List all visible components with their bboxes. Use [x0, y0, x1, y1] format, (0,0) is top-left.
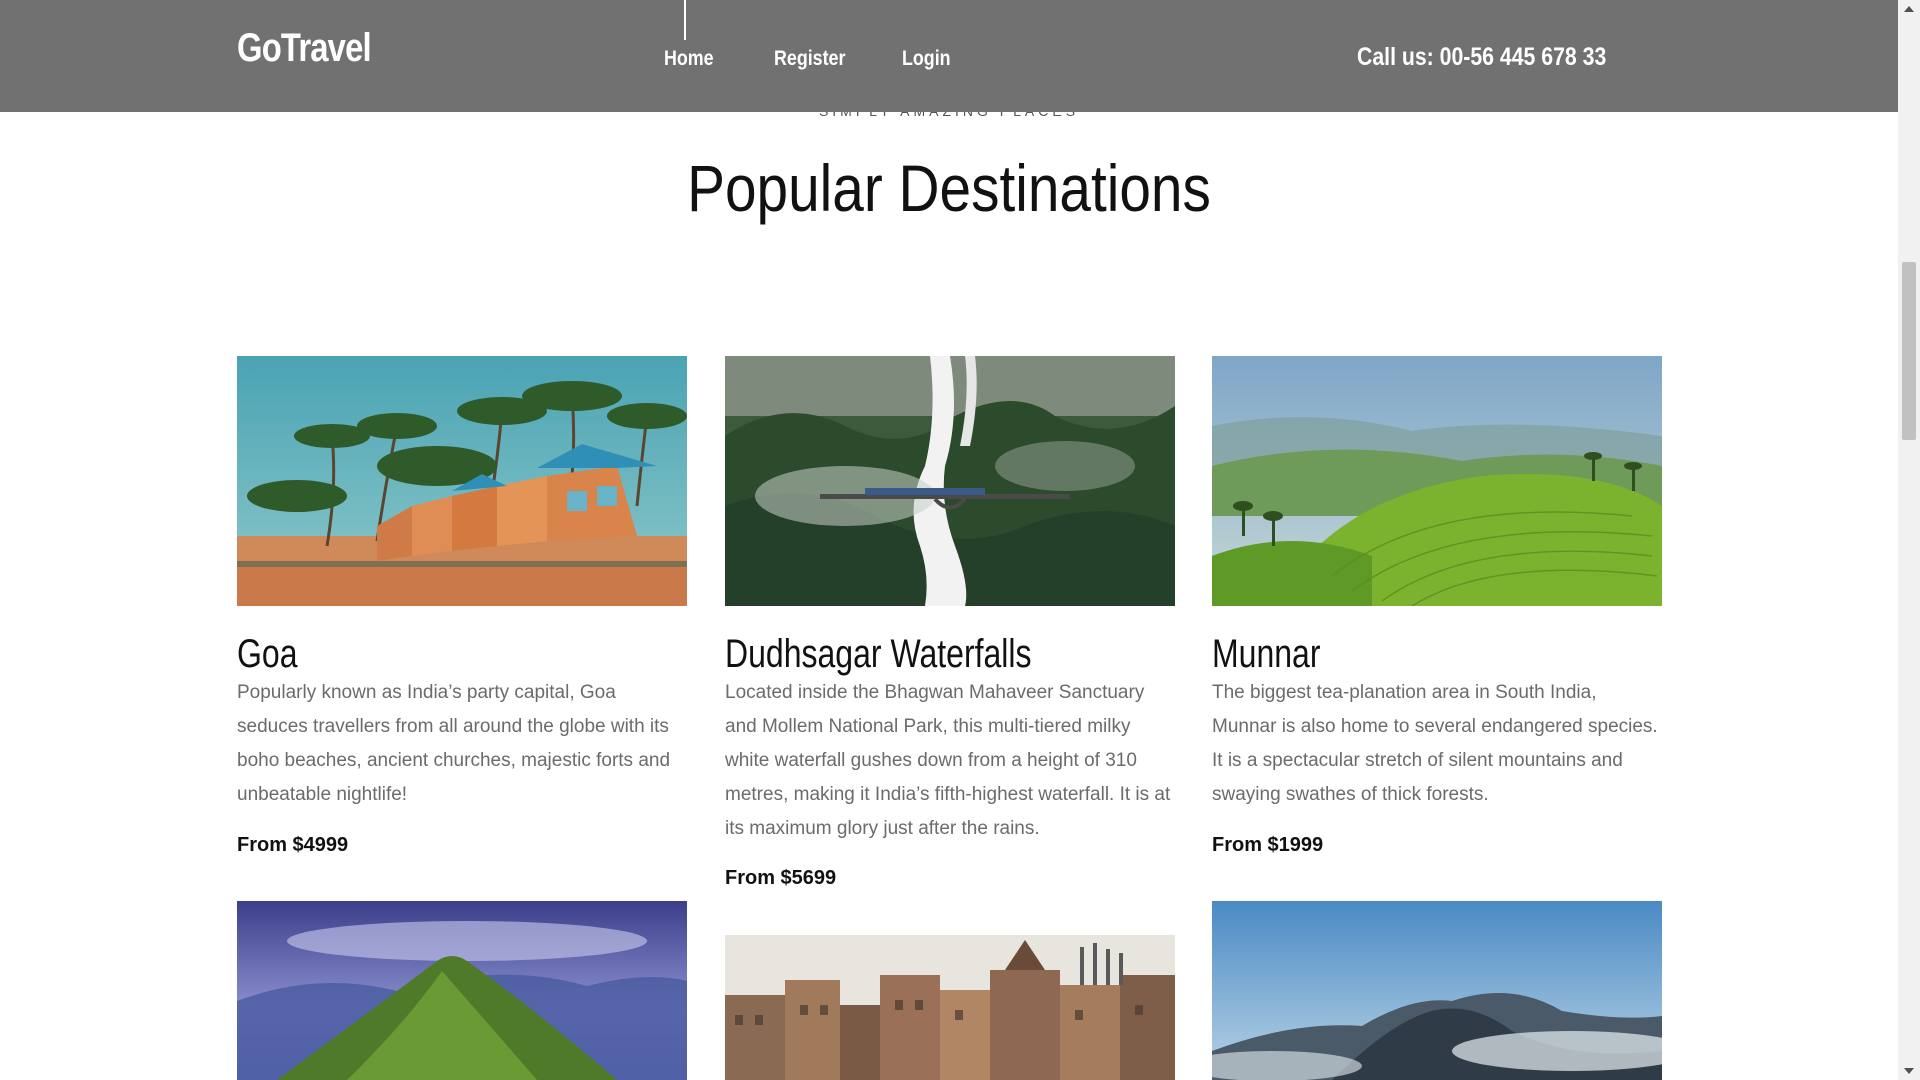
phone-contact: Call us: 00-56 445 678 33	[1357, 43, 1607, 71]
goa-title[interactable]: Goa	[237, 632, 297, 677]
nav-register-link[interactable]: Register	[774, 47, 845, 71]
scroll-up-arrow-icon[interactable]	[1904, 6, 1914, 12]
hill-peak-image[interactable]	[237, 901, 687, 1080]
dudhsagar-image[interactable]	[725, 356, 1175, 606]
riverside-temples-image[interactable]	[725, 935, 1175, 1080]
misty-mountains-image[interactable]	[1212, 901, 1662, 1080]
page-scrollbar[interactable]	[1898, 0, 1920, 1080]
dudhsagar-price: From $5699	[725, 867, 837, 889]
section-title: Popular Destinations	[687, 151, 1211, 225]
nav-home-link[interactable]: Home	[664, 47, 714, 71]
goa-description: Popularly known as India’s party capital…	[237, 682, 671, 805]
nav-login-link[interactable]: Login	[902, 47, 951, 71]
munnar-price: From $1999	[1212, 834, 1324, 856]
goa-price: From $4999	[237, 834, 349, 856]
scrollbar-thumb[interactable]	[1902, 262, 1916, 440]
scroll-down-arrow-icon[interactable]	[1904, 1068, 1914, 1074]
munnar-image[interactable]	[1212, 356, 1662, 606]
munnar-description: The biggest tea-planation area in South …	[1212, 682, 1658, 805]
nav-active-indicator	[684, 0, 686, 40]
dudhsagar-title[interactable]: Dudhsagar Waterfalls	[725, 632, 1032, 677]
dudhsagar-description: Located inside the Bhagwan Mahaveer Sanc…	[725, 682, 1171, 839]
goa-image[interactable]	[237, 356, 687, 606]
site-header: GoTravel Home Register Login Call us: 00…	[0, 0, 1898, 112]
munnar-title[interactable]: Munnar	[1212, 632, 1321, 677]
brand-logo[interactable]: GoTravel	[237, 26, 372, 71]
